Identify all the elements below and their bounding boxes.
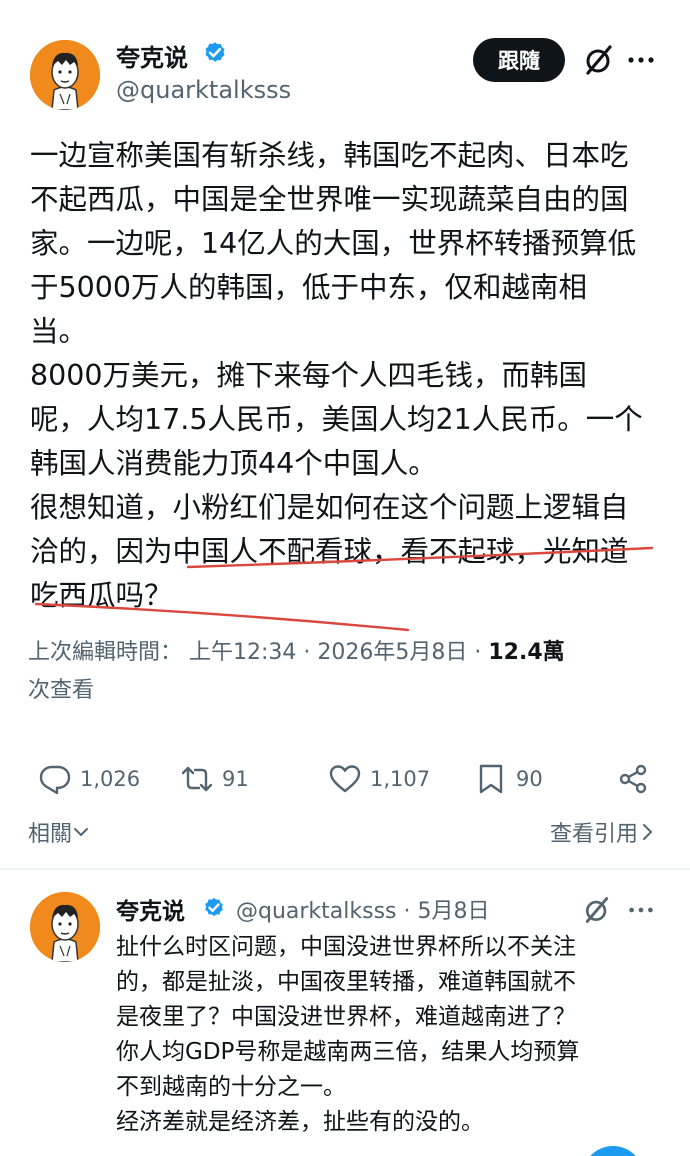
avatar-illustration	[30, 40, 100, 110]
bookmark-icon	[479, 764, 503, 794]
like-button[interactable]: 1,107	[328, 755, 430, 803]
post-text-line: 当。	[30, 315, 88, 348]
action-bar: 1,026 91 1,107 90	[0, 755, 690, 803]
reply-icon	[39, 765, 71, 795]
post-header: 夸克说 @quarktalksss 跟隨	[0, 0, 690, 120]
verified-badge-icon	[205, 42, 225, 62]
post-text-line: 很想知道，小粉红们是如何在这个问题上逻辑自	[30, 491, 629, 524]
repost-icon	[181, 766, 213, 792]
follow-button[interactable]: 跟隨	[473, 38, 565, 82]
view-count-label: 次查看	[28, 678, 95, 703]
like-count: 1,107	[370, 767, 431, 791]
author-handle[interactable]: @quarktalksss	[116, 76, 291, 104]
post-text-line: 吃西瓜吗？	[30, 579, 173, 612]
avatar-illustration	[30, 892, 100, 962]
chevron-down-icon	[74, 828, 89, 837]
post-text-line: 家。一边呢，14亿人的大国，世界杯转播预算低	[30, 227, 637, 260]
chevron-right-icon	[643, 824, 653, 840]
post-text-line: 洽的，因为中国人不配看球，看不起球，光知道	[30, 535, 629, 568]
post-meta: 上次編輯時間： 上午12:34 · 2026年5月8日 · 12.4萬 次查看	[28, 634, 668, 710]
reply-text-line: 是夜里了？中国没进世界杯，难道越南进了？	[116, 1004, 576, 1030]
quotes-label: 查看引用	[549, 822, 638, 847]
reply-author-name[interactable]: 夸克说	[116, 892, 185, 926]
post-text-line: 韩国人消费能力顶44个中国人。	[30, 447, 437, 480]
post-text-line: 一边宣称美国有斩杀线，韩国吃不起肉、日本吃	[30, 139, 629, 172]
post-text-line: 不起西瓜，中国是全世界唯一实现蔬菜自由的国	[30, 183, 629, 216]
more-icon[interactable]	[624, 43, 658, 77]
reply-text-line: 不到越南的十分之一。	[116, 1074, 346, 1100]
reply-text-line: 的，都是扯淡，中国夜里转播，难道韩国就不	[116, 969, 576, 995]
reply-text-line: 扯什么时区问题，中国没进世界杯所以不关注	[116, 934, 576, 960]
verified-badge-icon	[205, 898, 223, 916]
bookmark-count: 90	[516, 767, 543, 791]
author-name[interactable]: 夸克说	[116, 38, 188, 73]
grok-icon[interactable]	[582, 43, 616, 77]
repost-count: 91	[222, 767, 249, 791]
grok-icon[interactable]	[580, 893, 614, 927]
post-text-line: 呢，人均17.5人民币，美国人均21人民币。一个	[30, 403, 643, 436]
author-avatar[interactable]	[30, 40, 100, 110]
post-text-line: 于5000万人的韩国，低于中东，仅和越南相	[30, 271, 588, 304]
bookmark-button[interactable]: 90	[474, 755, 543, 803]
section-divider	[0, 868, 690, 870]
reply-button[interactable]: 1,026	[38, 755, 140, 803]
reply-text: 扯什么时区问题，中国没进世界杯所以不关注 的，都是扯淡，中国夜里转播，难道韩国就…	[116, 930, 676, 1140]
view-count: 12.4萬	[488, 640, 565, 665]
like-icon	[329, 765, 361, 793]
edited-label: 上次編輯時間：	[28, 640, 183, 665]
more-icon[interactable]	[624, 893, 658, 927]
post-text-line: 8000万美元，摊下来每个人四毛钱，而韩国	[30, 359, 588, 392]
post-timestamp[interactable]: 上午12:34 · 2026年5月8日 ·	[189, 640, 488, 665]
compose-button[interactable]	[582, 1146, 644, 1156]
post-text: 一边宣称美国有斩杀线，韩国吃不起肉、日本吃 不起西瓜，中国是全世界唯一实现蔬菜自…	[30, 134, 670, 618]
share-icon	[619, 764, 647, 794]
reply-handle-date[interactable]: @quarktalksss · 5月8日	[236, 893, 490, 925]
repost-button[interactable]: 91	[180, 755, 249, 803]
reply-text-line: 你人均GDP号称是越南两三倍，结果人均预算	[116, 1039, 580, 1065]
share-button[interactable]	[616, 755, 658, 803]
related-toggle[interactable]: 相關	[28, 816, 90, 848]
related-label: 相關	[28, 822, 73, 847]
view-quotes-link[interactable]: 查看引用	[550, 816, 656, 848]
reply-text-line: 经济差就是经济差，扯些有的没的。	[116, 1109, 484, 1135]
reply-count: 1,026	[80, 767, 141, 791]
reply-author-avatar[interactable]	[30, 892, 100, 962]
